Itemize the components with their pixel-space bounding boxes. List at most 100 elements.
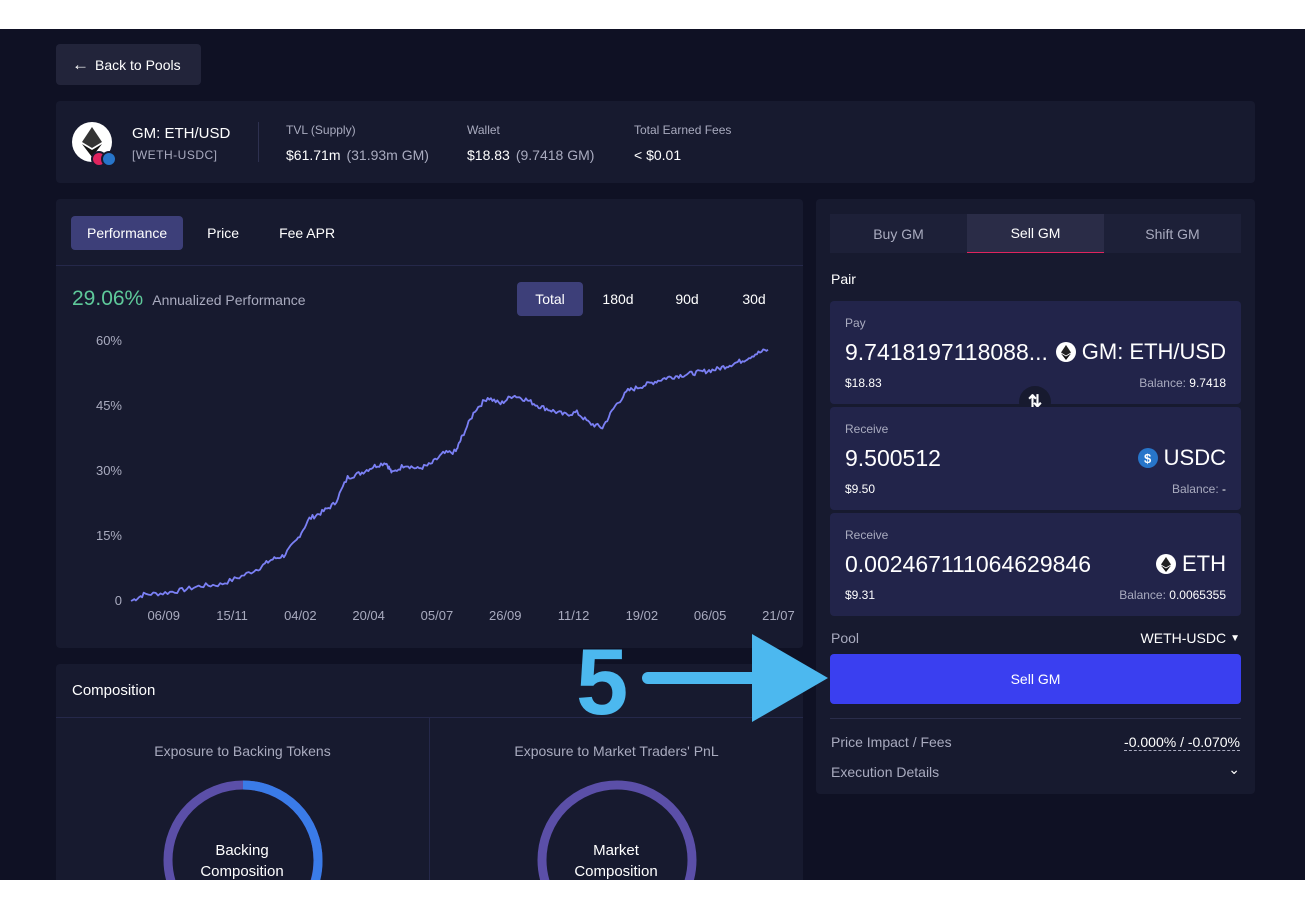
- pay-balance: Balance: 9.7418: [1139, 376, 1226, 390]
- x-tick-label: 06/09: [147, 608, 180, 623]
- pay-balance-label: Balance:: [1139, 376, 1186, 390]
- header-divider: [258, 122, 259, 162]
- receive-usdc-usd-value: $9.50: [845, 482, 876, 496]
- back-to-pools-button[interactable]: ← Back to Pools: [56, 44, 201, 85]
- pay-usd-value: $18.83: [845, 376, 882, 390]
- x-tick-label: 19/02: [626, 608, 659, 623]
- receive-usdc-label: Receive: [845, 422, 889, 436]
- market-donut-line-1: Market: [593, 842, 639, 859]
- range-total[interactable]: Total: [517, 282, 583, 316]
- tvl-amount: $61.71m: [286, 147, 341, 163]
- composition-title: Composition: [72, 682, 156, 699]
- tab-performance[interactable]: Performance: [71, 216, 184, 250]
- range-selector: Total 180d 90d 30d: [517, 282, 787, 316]
- receive-usdc-token[interactable]: $ USDC: [1137, 445, 1226, 471]
- wallet-value: $18.83 (9.7418 GM): [467, 147, 594, 163]
- receive-eth-balance-label: Balance:: [1119, 588, 1166, 602]
- chart-tabs: Performance Price Fee APR: [71, 216, 351, 250]
- market-donut-label: Market Composition: [536, 840, 696, 880]
- receive-usdc-balance: Balance: -: [1172, 482, 1226, 496]
- range-30d[interactable]: 30d: [721, 282, 787, 316]
- backing-donut-line-1: Backing: [215, 842, 269, 859]
- trade-divider: [830, 718, 1241, 719]
- tvl-value: $61.71m (31.93m GM): [286, 147, 429, 163]
- receive-usdc-balance-label: Balance:: [1171, 482, 1219, 496]
- x-tick-label: 15/11: [216, 608, 248, 623]
- sell-gm-button[interactable]: Sell GM: [830, 654, 1241, 704]
- receive-usdc-token-name: USDC: [1163, 445, 1226, 470]
- pay-balance-value: 9.7418: [1189, 376, 1226, 390]
- y-tick-label: 15%: [96, 528, 122, 543]
- annualized-performance: 29.06% Annualized Performance: [72, 287, 306, 311]
- arrow-left-icon: ←: [72, 55, 89, 74]
- eth-token-icon: [1055, 342, 1076, 362]
- composition-vertical-divider: [429, 717, 430, 880]
- tab-price[interactable]: Price: [183, 216, 263, 250]
- receive-eth-token[interactable]: ETH: [1156, 551, 1226, 577]
- receive-eth-balance: Balance: 0.0065355: [1119, 588, 1226, 602]
- usdc-badge-icon: [101, 151, 117, 167]
- receive-eth-amount: 0.002467111064629846: [845, 551, 1092, 577]
- app-window: ← Back to Pools GM: ETH/USD [WETH-USDC] …: [0, 29, 1305, 880]
- tab-fee-apr[interactable]: Fee APR: [263, 216, 351, 250]
- performance-chart: 60% 45% 30% 15% 0 06/09 15/11 04/02 20/04 05/07 26…: [96, 333, 795, 623]
- tvl-gm-amount: (31.93m GM): [346, 147, 429, 163]
- receive-eth-label: Receive: [845, 528, 889, 542]
- fees-label: Total Earned Fees: [634, 123, 732, 137]
- receive-eth-token-name: ETH: [1182, 551, 1226, 576]
- receive-eth-box: Receive 0.002467111064629846 ETH $9.31 B…: [830, 513, 1241, 616]
- performance-series-line: [130, 348, 769, 602]
- y-tick-label: 45%: [96, 398, 122, 413]
- x-tick-label: 20/04: [352, 608, 385, 623]
- wallet-gm-amount: (9.7418 GM): [515, 147, 595, 163]
- y-tick-label: 0: [115, 593, 122, 608]
- receive-usdc-amount: 9.500512: [845, 445, 941, 471]
- price-impact-value[interactable]: -0.000% / -0.070%: [1124, 734, 1240, 751]
- y-tick-label: 60%: [96, 333, 122, 348]
- eth-token-icon: [1156, 554, 1176, 574]
- pool-label: Pool: [831, 630, 860, 646]
- annualized-label: Annualized Performance: [152, 292, 306, 308]
- range-180d[interactable]: 180d: [583, 282, 653, 316]
- tab-shift-gm[interactable]: Shift GM: [1104, 214, 1241, 253]
- step-annotation-number: 5: [576, 629, 629, 734]
- x-tick-label: 11/12: [558, 608, 590, 623]
- receive-usdc-box: Receive 9.500512 $ USDC $9.50 Balance: -: [830, 407, 1241, 510]
- pool-value: WETH-USDC: [1140, 630, 1227, 646]
- price-impact-label: Price Impact / Fees: [831, 734, 952, 750]
- receive-usdc-balance-value: -: [1222, 482, 1226, 496]
- x-tick-label: 05/07: [421, 608, 454, 623]
- pair-label: Pair: [831, 271, 856, 287]
- wallet-label: Wallet: [467, 123, 500, 137]
- wallet-amount: $18.83: [467, 147, 510, 163]
- y-tick-label: 30%: [96, 463, 122, 478]
- tab-divider: [56, 265, 803, 266]
- tvl-label: TVL (Supply): [286, 123, 356, 137]
- tab-sell-gm[interactable]: Sell GM: [967, 214, 1104, 253]
- receive-eth-usd-value: $9.31: [845, 588, 876, 602]
- market-header: GM: ETH/USD [WETH-USDC] TVL (Supply) $61…: [56, 101, 1255, 183]
- x-tick-label: 21/07: [762, 608, 795, 623]
- back-to-pools-label: Back to Pools: [95, 56, 181, 73]
- backing-donut-label: Backing Composition: [162, 840, 322, 880]
- pay-label: Pay: [845, 316, 866, 330]
- market-name: GM: ETH/USD: [132, 125, 231, 142]
- x-tick-label: 06/05: [694, 608, 727, 623]
- pool-selector[interactable]: WETH-USDC ▼: [1141, 630, 1240, 646]
- range-90d[interactable]: 90d: [653, 282, 721, 316]
- trade-panel: Buy GM Sell GM Shift GM Pair Pay 9.74181…: [816, 199, 1255, 794]
- trade-tabs: Buy GM Sell GM Shift GM: [830, 214, 1241, 253]
- fees-value: < $0.01: [634, 147, 682, 163]
- annualized-value: 29.06%: [72, 287, 144, 310]
- backing-donut-line-2: Composition: [200, 863, 284, 880]
- x-tick-label: 26/09: [489, 608, 522, 623]
- receive-eth-balance-value: 0.0065355: [1169, 588, 1226, 602]
- tab-buy-gm[interactable]: Buy GM: [830, 214, 967, 253]
- market-pnl-exposure-title: Exposure to Market Traders' PnL: [514, 743, 719, 759]
- pay-token-selector[interactable]: GM: ETH/USD: [1055, 339, 1226, 365]
- pay-amount-input[interactable]: 9.7418197118088...: [845, 339, 1048, 366]
- chevron-down-icon[interactable]: ⌄: [1228, 761, 1240, 778]
- usdc-token-icon: $: [1137, 448, 1158, 468]
- execution-details-label[interactable]: Execution Details: [831, 764, 939, 780]
- backing-exposure-title: Exposure to Backing Tokens: [154, 743, 331, 759]
